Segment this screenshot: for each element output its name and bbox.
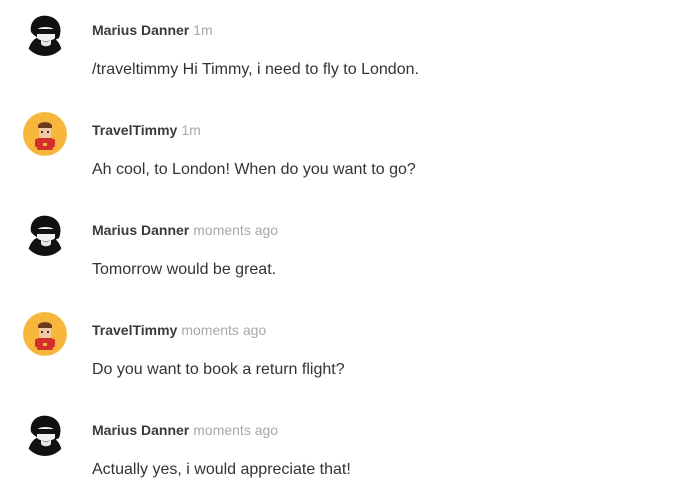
- message-header: Marius Danner 1m: [92, 21, 213, 40]
- user-avatar-icon[interactable]: [23, 12, 67, 56]
- bot-avatar-icon[interactable]: [23, 112, 67, 156]
- author-name[interactable]: TravelTimmy: [92, 322, 177, 338]
- message-header: TravelTimmy moments ago: [92, 321, 266, 340]
- message-header: Marius Danner moments ago: [92, 221, 278, 240]
- message-text: Ah cool, to London! When do you want to …: [92, 161, 416, 178]
- message-text: Tomorrow would be great.: [92, 261, 277, 278]
- author-name[interactable]: Marius Danner: [92, 22, 189, 38]
- author-name[interactable]: TravelTimmy: [92, 122, 177, 138]
- bot-avatar-icon[interactable]: [23, 312, 67, 356]
- chat-message: TravelTimmy 1m Ah cool, to London! When d…: [0, 100, 695, 200]
- timestamp: 1m: [193, 22, 213, 38]
- message-text: Actually yes, i would appreciate that!: [92, 461, 351, 478]
- message-text: /traveltimmy Hi Timmy, i need to fly to …: [92, 61, 419, 78]
- message-header: TravelTimmy 1m: [92, 121, 201, 140]
- chat-message: Marius Danner 1m /traveltimmy Hi Timmy, i…: [0, 0, 695, 100]
- message-header: Marius Danner moments ago: [92, 421, 278, 440]
- user-avatar-icon[interactable]: [23, 412, 67, 456]
- timestamp: moments ago: [193, 422, 279, 438]
- author-name[interactable]: Marius Danner: [92, 222, 189, 238]
- author-name[interactable]: Marius Danner: [92, 422, 189, 438]
- user-avatar-icon[interactable]: [23, 212, 67, 256]
- timestamp: moments ago: [193, 222, 279, 238]
- timestamp: 1m: [181, 122, 201, 138]
- timestamp: moments ago: [181, 322, 267, 338]
- chat-message: Marius Danner moments ago Actually yes, i…: [0, 400, 695, 494]
- message-text: Do you want to book a return flight?: [92, 361, 345, 378]
- chat-message: Marius Danner moments ago Tomorrow would …: [0, 200, 695, 300]
- chat-message: TravelTimmy moments ago Do you want to bo…: [0, 300, 695, 400]
